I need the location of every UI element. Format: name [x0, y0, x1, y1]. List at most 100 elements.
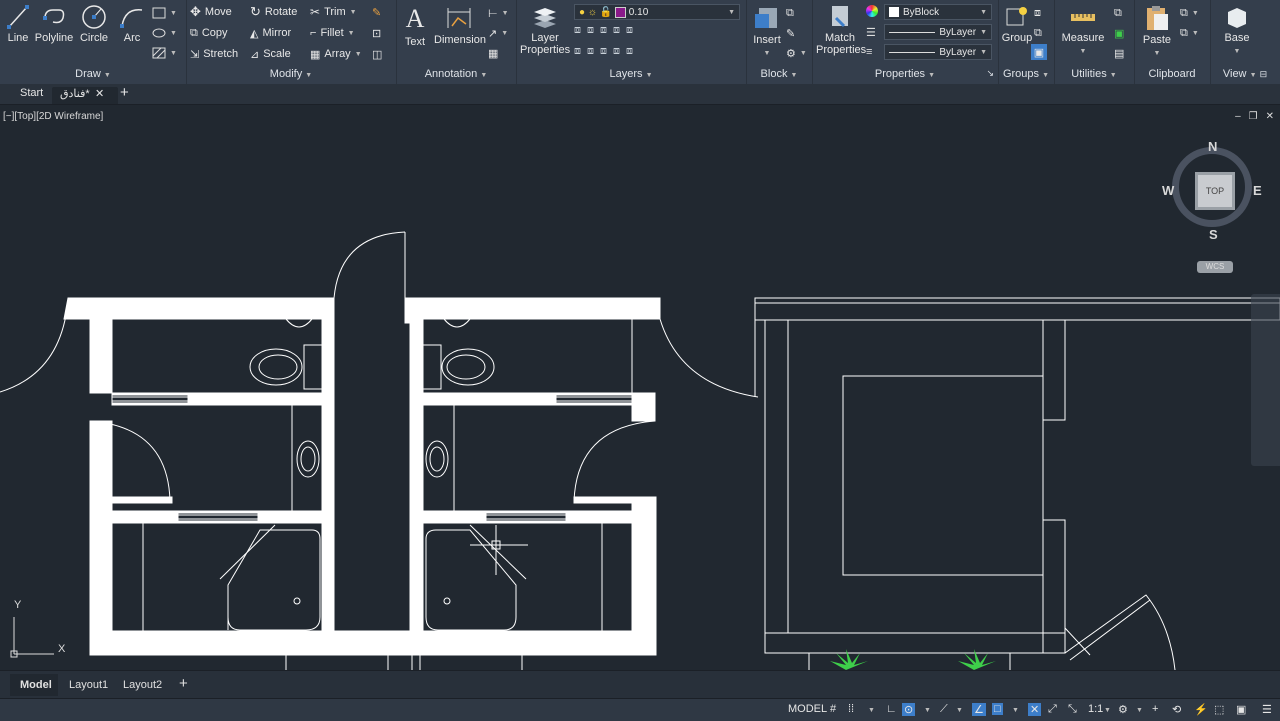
group-button[interactable]: Group — [1000, 4, 1034, 44]
compass-w[interactable]: W — [1162, 183, 1174, 198]
layer-tool-icon[interactable]: ⧈ — [587, 24, 594, 37]
new-tab-icon[interactable]: + — [120, 84, 129, 101]
otrack-icon[interactable]: ∠ — [972, 703, 986, 716]
scale-dropdown-icon[interactable]: ▼ — [1104, 703, 1111, 715]
block-attribute-button[interactable]: ⚙ ▼ — [786, 44, 807, 62]
grid-icon[interactable]: # — [830, 703, 836, 715]
isolate-icon[interactable]: ⟲ — [1172, 703, 1181, 716]
rectangle-button[interactable]: ▼ — [152, 4, 177, 22]
select-all-button[interactable]: ▣ — [1114, 24, 1124, 42]
drawing-viewport[interactable]: [−][Top][2D Wireframe] – ❐ ✕ Y X N S W E… — [0, 105, 1280, 670]
polyline-button[interactable]: Polyline — [34, 4, 74, 44]
layer-tool-icon[interactable]: ⧈ — [574, 45, 581, 58]
drawing-tab[interactable]: فنادق* — [60, 87, 90, 100]
add-icon[interactable]: + — [1152, 703, 1158, 715]
workspace-dropdown-icon[interactable]: ▼ — [1136, 703, 1143, 715]
group-edit-button[interactable]: ⧉ — [1034, 24, 1042, 42]
fillet-button[interactable]: ⌐ Fillet ▼ — [310, 24, 355, 42]
layer-dropdown[interactable]: ● ☼ 🔓 0.10 ▼ — [574, 4, 740, 20]
color-wheel-icon[interactable] — [866, 5, 878, 17]
insert-button[interactable]: Insert ▼ — [750, 4, 784, 58]
view-panel-title[interactable]: View ▼ ⊟ — [1210, 68, 1280, 80]
cut-button[interactable]: ⧉ ▼ — [1180, 4, 1199, 22]
modify-panel-title[interactable]: Modify ▼ — [186, 68, 396, 80]
navigation-bar[interactable] — [1251, 294, 1280, 466]
isodraft-icon[interactable]: ⟋ — [940, 703, 948, 716]
layer-tool-icon[interactable]: ⧈ — [613, 45, 620, 58]
customize-menu-icon[interactable]: ☰ — [1262, 703, 1272, 716]
copy-clip-button[interactable]: ⧉ ▼ — [1180, 24, 1199, 42]
viewcube-top-face[interactable]: TOP — [1195, 172, 1235, 210]
fullscreen-icon[interactable]: ▣ — [1236, 703, 1246, 716]
draw-panel-title[interactable]: Draw ▼ — [0, 68, 186, 80]
base-button[interactable]: Base ▼ — [1220, 4, 1254, 56]
text-button[interactable]: A Text — [402, 4, 428, 48]
start-tab[interactable]: Start — [20, 87, 43, 99]
polar-dropdown-icon[interactable]: ▼ — [924, 703, 931, 715]
layer-tool-icon[interactable]: ⧈ — [626, 45, 633, 58]
linetype-dropdown[interactable]: ByLayer ▼ — [884, 24, 992, 40]
layout1-tab[interactable]: Layout1 — [69, 679, 108, 691]
model-space-button[interactable]: MODEL — [788, 703, 827, 715]
match-properties-button[interactable]: Match Properties — [816, 4, 866, 56]
annotation-visibility-icon[interactable]: ✕ — [1028, 703, 1042, 716]
compass-e[interactable]: E — [1253, 183, 1262, 198]
array-button[interactable]: ▦ Array ▼ — [310, 45, 362, 63]
erase-button[interactable]: ✎ — [372, 3, 381, 21]
linear-dim-button[interactable]: ⊢ ▼ — [488, 4, 509, 22]
mirror-button[interactable]: ◭ Mirror — [250, 24, 291, 42]
compass-n[interactable]: N — [1208, 139, 1217, 154]
quick-select-button[interactable]: ⧉ — [1114, 4, 1122, 22]
layer-tool-icon[interactable]: ⧈ — [587, 45, 594, 58]
annotation-panel-title[interactable]: Annotation ▼ — [396, 68, 516, 80]
snap-dropdown-icon[interactable]: ▼ — [868, 703, 875, 715]
annotation-scale-value[interactable]: 1:1 — [1088, 703, 1103, 715]
layer-tool-icon[interactable]: ⧈ — [600, 24, 607, 37]
measure-button[interactable]: Measure ▼ — [1060, 4, 1106, 56]
lineweight-dropdown[interactable]: ByLayer ▼ — [884, 44, 992, 60]
layer-tool-icon[interactable]: ⧈ — [574, 24, 581, 37]
copy-button[interactable]: ⧉ Copy — [190, 24, 228, 42]
circle-button[interactable]: Circle — [79, 4, 109, 44]
ortho-icon[interactable]: ∟ — [886, 703, 897, 715]
rotate-button[interactable]: ↻ Rotate — [250, 3, 297, 21]
layer-properties-button[interactable]: Layer Properties — [520, 4, 570, 56]
leader-button[interactable]: ↗ ▼ — [488, 24, 508, 42]
model-tab[interactable]: Model — [20, 679, 52, 691]
explode-button[interactable]: ⊡ — [372, 24, 381, 42]
color-dropdown[interactable]: ByBlock ▼ — [884, 4, 992, 20]
properties-panel-title[interactable]: Properties ▼ ↘ — [812, 68, 998, 80]
wcs-menu[interactable]: WCS — [1197, 261, 1233, 273]
arc-button[interactable]: Arc — [117, 4, 147, 44]
add-layout-icon[interactable]: + — [179, 675, 188, 692]
line-button[interactable]: Line — [5, 4, 31, 44]
hatch-button[interactable]: ▼ — [152, 44, 177, 62]
trim-button[interactable]: ✂ Trim ▼ — [310, 3, 357, 21]
layer-tool-icon[interactable]: ⧈ — [600, 45, 607, 58]
group-selection-toggle[interactable]: ▣ — [1031, 44, 1047, 60]
clipboard-panel-title[interactable]: Clipboard — [1134, 68, 1210, 80]
scale-button[interactable]: ⊿ Scale — [250, 45, 291, 63]
viewcube[interactable]: N S W E TOP — [1162, 139, 1262, 242]
create-block-button[interactable]: ⧉ — [786, 4, 794, 22]
utilities-panel-title[interactable]: Utilities ▼ — [1054, 68, 1134, 80]
ellipse-button[interactable]: ▼ — [152, 24, 177, 42]
osnap-dropdown-icon[interactable]: ▼ — [956, 703, 963, 715]
osnap-icon[interactable]: □ — [992, 703, 1003, 715]
paste-button[interactable]: Paste ▼ — [1142, 4, 1172, 58]
polar-icon[interactable]: ⊙ — [902, 703, 916, 716]
dimension-button[interactable]: Dimension — [434, 4, 486, 46]
hardware-accel-icon[interactable]: ⚡ — [1194, 703, 1208, 716]
layer-tool-icon[interactable]: ⧈ — [626, 24, 633, 37]
snap-grid-icon[interactable]: ⁞⁞ — [848, 703, 854, 715]
workspace-gear-icon[interactable]: ⚙ — [1118, 703, 1128, 716]
edit-block-button[interactable]: ✎ — [786, 24, 795, 42]
compass-s[interactable]: S — [1209, 227, 1218, 242]
groups-panel-title[interactable]: Groups ▼ — [998, 68, 1054, 80]
close-tab-icon[interactable]: ✕ — [95, 87, 104, 100]
offset-button[interactable]: ◫ — [372, 45, 382, 63]
auto-scale-icon[interactable]: ⤢ — [1048, 703, 1057, 716]
annotation-scale-icon[interactable]: ⤡ — [1068, 703, 1077, 716]
layer-tool-icon[interactable]: ⧈ — [613, 24, 620, 37]
clean-screen-icon[interactable]: ⬚ — [1214, 703, 1224, 716]
